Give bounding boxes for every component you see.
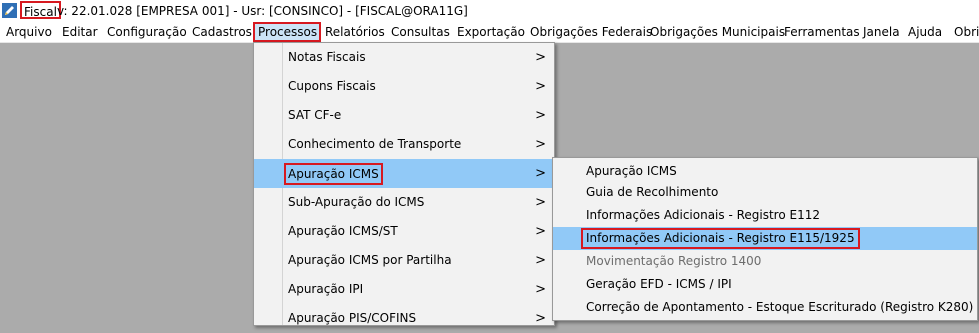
menu-item-label: Sub-Apuração do ICMS — [288, 195, 425, 209]
menu-item-apuracao-ipi[interactable]: Apuração IPI > — [254, 275, 554, 304]
menu-item-label: Apuração ICMS por Partilha — [288, 253, 452, 267]
menu-item-label: Movimentação Registro 1400 — [586, 254, 762, 268]
menu-item-label: Informações Adicionais - Registro E112 — [586, 208, 820, 222]
submenu-arrow-icon: > — [535, 166, 546, 181]
submenu-arrow-icon: > — [535, 253, 546, 268]
submenu-arrow-icon: > — [535, 79, 546, 94]
submenu-arrow-icon: > — [535, 137, 546, 152]
menu-item-label: Conhecimento de Transporte — [288, 137, 462, 151]
submenu-item-movimentacao-registro-1400: Movimentação Registro 1400 — [553, 250, 977, 273]
menu-obrigacoes-federais[interactable]: Obrigações Federais — [527, 22, 655, 42]
menu-item-label: Apuração IPI — [288, 282, 364, 296]
submenu-arrow-icon: > — [535, 224, 546, 239]
menu-configuracao[interactable]: Configuração — [104, 22, 190, 42]
menu-item-label: Notas Fiscais — [288, 50, 366, 64]
menu-editar[interactable]: Editar — [59, 22, 101, 42]
menu-ferramentas[interactable]: Ferramentas — [781, 22, 863, 42]
menu-bar: Arquivo Editar Configuração Cadastros Pr… — [0, 22, 979, 43]
menu-item-apuracao-icms-st[interactable]: Apuração ICMS/ST > — [254, 217, 554, 246]
submenu-item-geracao-efd[interactable]: Geração EFD - ICMS / IPI — [553, 273, 977, 296]
menu-item-label: SAT CF-e — [288, 108, 342, 122]
menu-ajuda[interactable]: Ajuda — [905, 22, 945, 42]
apuracao-icms-submenu: Apuração ICMS Guia de Recolhimento Infor… — [552, 157, 978, 321]
menu-relatorios[interactable]: Relatórios — [322, 22, 388, 42]
title-bar: Fiscal v: 22.01.028 [EMPRESA 001] - Usr:… — [0, 0, 979, 22]
submenu-item-registro-e112[interactable]: Informações Adicionais - Registro E112 — [553, 204, 977, 227]
menu-consultas[interactable]: Consultas — [388, 22, 453, 42]
menu-item-label: Informações Adicionais - Registro E115/1… — [581, 228, 860, 249]
menu-item-label: Guia de Recolhimento — [586, 185, 719, 199]
menu-item-sat-cfe[interactable]: SAT CF-e > — [254, 101, 554, 130]
menu-exportacao[interactable]: Exportação — [454, 22, 528, 42]
window-title: v: 22.01.028 [EMPRESA 001] - Usr: [CONSI… — [57, 4, 468, 18]
pencil-app-icon — [2, 3, 17, 18]
menu-item-label: Geração EFD - ICMS / IPI — [586, 277, 732, 291]
submenu-arrow-icon: > — [535, 108, 546, 123]
submenu-item-guia-recolhimento[interactable]: Guia de Recolhimento — [553, 181, 977, 204]
menu-item-label: Apuração ICMS/ST — [288, 224, 398, 238]
processos-menu: Notas Fiscais > Cupons Fiscais > SAT CF-… — [253, 42, 555, 326]
menu-cadastros[interactable]: Cadastros — [189, 22, 255, 42]
menu-item-notas-fiscais[interactable]: Notas Fiscais > — [254, 43, 554, 72]
submenu-item-registro-e115-1925[interactable]: Informações Adicionais - Registro E115/1… — [553, 227, 977, 250]
menu-item-conhecimento-transporte[interactable]: Conhecimento de Transporte > — [254, 130, 554, 159]
menu-item-label: Cupons Fiscais — [288, 79, 376, 93]
submenu-item-apuracao-icms[interactable]: Apuração ICMS — [553, 158, 977, 181]
menu-item-apuracao-icms[interactable]: Apuração ICMS > — [254, 159, 554, 188]
menu-item-sub-apuracao-icms[interactable]: Sub-Apuração do ICMS > — [254, 188, 554, 217]
menu-processos[interactable]: Processos — [253, 22, 321, 42]
submenu-arrow-icon: > — [535, 311, 546, 326]
menu-obrigacoes-municipais[interactable]: Obrigações Municipais — [647, 22, 788, 42]
menu-item-label: Apuração PIS/COFINS — [288, 311, 417, 325]
menu-item-apuracao-pis-cofins[interactable]: Apuração PIS/COFINS > — [254, 304, 554, 333]
menu-item-apuracao-icms-partilha[interactable]: Apuração ICMS por Partilha > — [254, 246, 554, 275]
menu-janela[interactable]: Janela — [860, 22, 903, 42]
menu-item-label: Apuração ICMS — [284, 163, 383, 185]
submenu-arrow-icon: > — [535, 195, 546, 210]
menu-obri[interactable]: Obri — [951, 22, 979, 42]
menu-arquivo[interactable]: Arquivo — [3, 22, 55, 42]
submenu-arrow-icon: > — [535, 282, 546, 297]
app-name: Fiscal — [20, 1, 61, 19]
menu-item-cupons-fiscais[interactable]: Cupons Fiscais > — [254, 72, 554, 101]
submenu-arrow-icon: > — [535, 50, 546, 65]
